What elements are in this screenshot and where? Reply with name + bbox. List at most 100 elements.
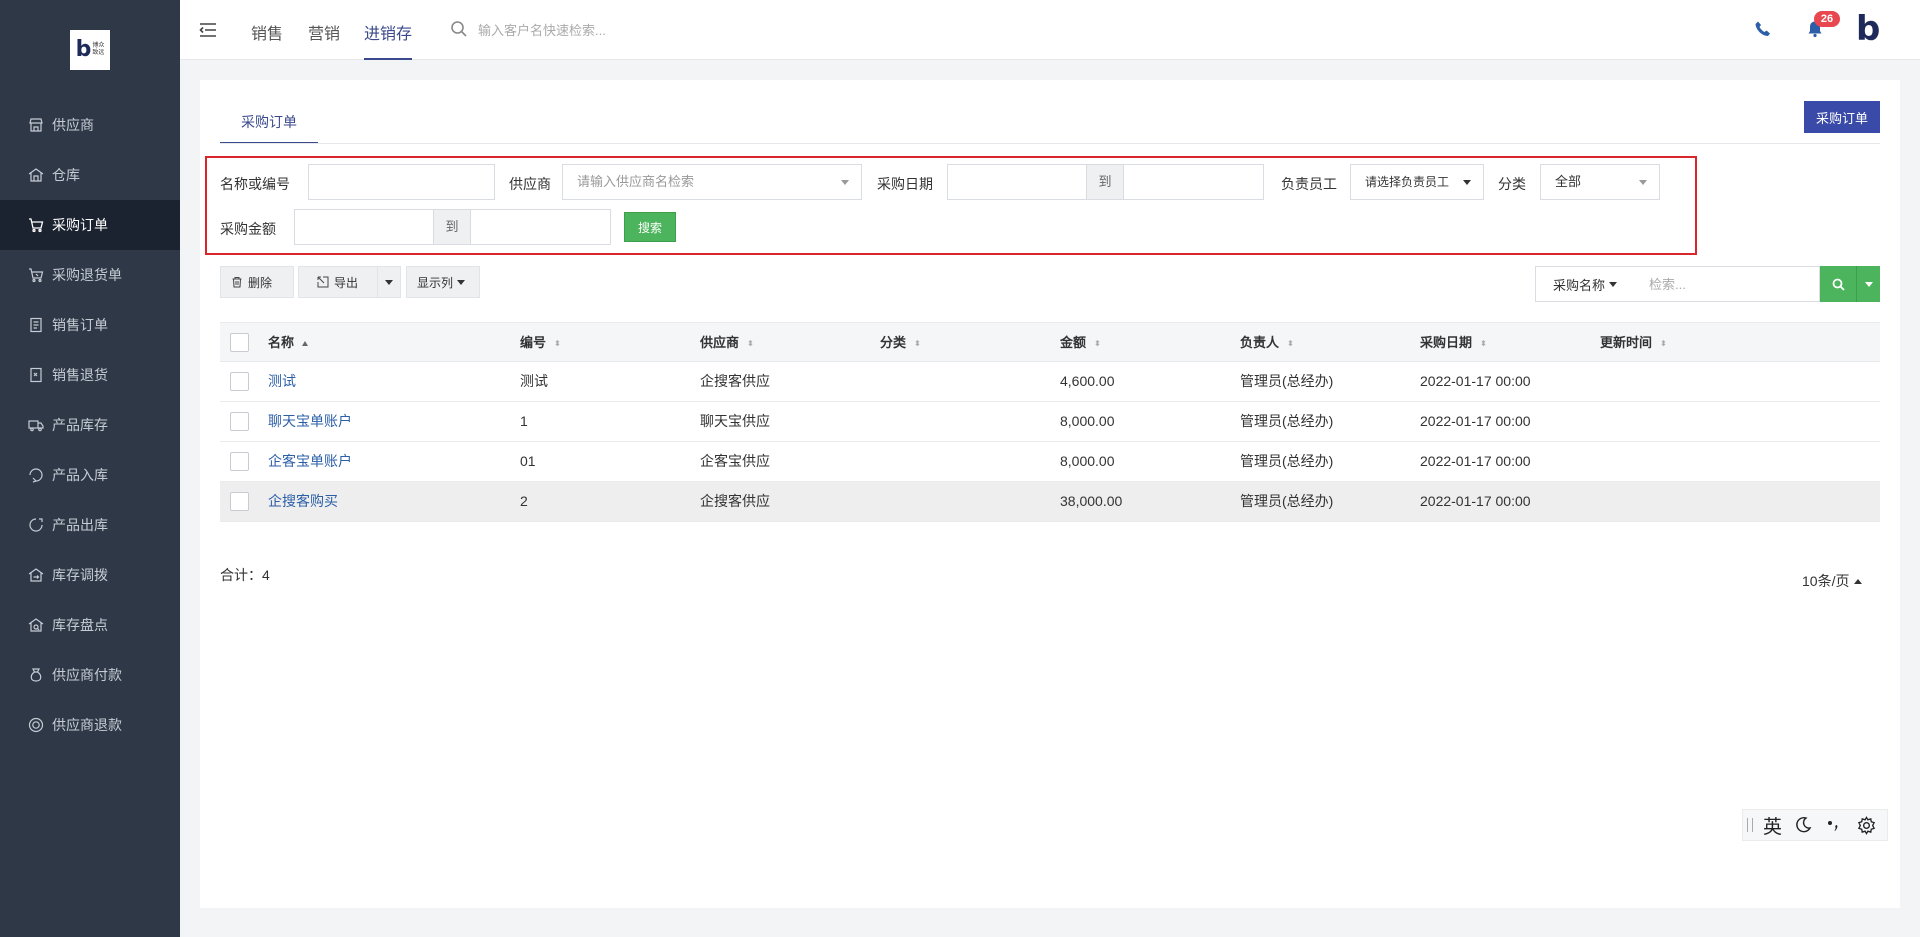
punctuation-icon[interactable] bbox=[1824, 814, 1846, 836]
staff-select[interactable]: 请选择负责员工 bbox=[1350, 164, 1484, 200]
sidebar-item-stock-in[interactable]: 产品入库 bbox=[0, 450, 180, 500]
delete-button[interactable]: 删除 bbox=[220, 266, 294, 298]
show-columns-button[interactable]: 显示列 bbox=[406, 266, 480, 298]
page-size-value: 10条/页 bbox=[1802, 573, 1850, 589]
drag-handle[interactable] bbox=[1747, 818, 1753, 832]
column-header-code[interactable]: 编号 ⬍ bbox=[520, 323, 561, 362]
row-checkbox[interactable] bbox=[230, 452, 249, 471]
table-row[interactable]: 测试 测试 企搜客供应 4,600.00 管理员(总经办) 2022-01-17… bbox=[220, 362, 1880, 402]
row-amount: 8,000.00 bbox=[1060, 413, 1115, 429]
row-checkbox[interactable] bbox=[230, 492, 249, 511]
sidebar-item-purchase-order[interactable]: 采购订单 bbox=[0, 200, 180, 250]
sidebar-item-stock-count[interactable]: 库存盘点 bbox=[0, 600, 180, 650]
column-header-name[interactable]: 名称 bbox=[268, 323, 309, 362]
purchase-amount-label: 采购金额 bbox=[220, 221, 276, 237]
sidebar-item-label: 产品库存 bbox=[52, 417, 108, 433]
ime-toolbar: 英 bbox=[1742, 809, 1888, 841]
amount-range-separator: 到 bbox=[433, 209, 471, 245]
moon-icon[interactable] bbox=[1792, 814, 1814, 836]
tab-inventory[interactable]: 进销存 bbox=[364, 20, 413, 60]
sidebar-item-label: 销售订单 bbox=[52, 317, 108, 333]
column-header-owner[interactable]: 负责人 ⬍ bbox=[1240, 323, 1294, 362]
export-button[interactable]: 导出 bbox=[298, 266, 378, 298]
gear-icon[interactable] bbox=[1855, 814, 1877, 836]
row-owner: 管理员(总经办) bbox=[1240, 373, 1334, 389]
column-header-category[interactable]: 分类 ⬍ bbox=[880, 323, 921, 362]
row-name-link[interactable]: 聊天宝单账户 bbox=[268, 402, 352, 441]
row-code: 01 bbox=[520, 453, 536, 469]
column-header-label: 采购日期 bbox=[1420, 335, 1473, 350]
staff-select-value: 请选择负责员工 bbox=[1365, 175, 1450, 189]
sidebar-item-label: 产品出库 bbox=[52, 517, 108, 533]
search-options-dropdown[interactable] bbox=[1856, 266, 1880, 302]
export-icon bbox=[317, 276, 329, 288]
page-size-select[interactable]: 10条/页 bbox=[1802, 571, 1863, 591]
row-supplier: 企搜客供应 bbox=[700, 373, 770, 389]
sidebar-item-supplier-refund[interactable]: 供应商退款 bbox=[0, 700, 180, 750]
row-checkbox[interactable] bbox=[230, 372, 249, 391]
category-select[interactable]: 全部 bbox=[1540, 164, 1660, 200]
avatar[interactable]: b bbox=[1856, 12, 1884, 46]
new-purchase-order-button[interactable]: 采购订单 bbox=[1804, 101, 1880, 133]
column-header-label: 编号 bbox=[520, 335, 547, 350]
export-dropdown-button[interactable] bbox=[377, 266, 401, 298]
sidebar-item-stock-out[interactable]: 产品出库 bbox=[0, 500, 180, 550]
amount-from-input[interactable] bbox=[294, 209, 434, 245]
row-name-link[interactable]: 企搜客购买 bbox=[268, 482, 338, 521]
menu-toggle-icon[interactable] bbox=[198, 20, 218, 40]
refund-icon bbox=[28, 717, 44, 733]
sidebar-item-stock-transfer[interactable]: 库存调拨 bbox=[0, 550, 180, 600]
stock-in-icon bbox=[29, 468, 43, 483]
search-icon bbox=[451, 21, 467, 37]
tab-purchase-order[interactable]: 采购订单 bbox=[220, 112, 318, 144]
name-code-input[interactable] bbox=[308, 164, 495, 200]
table-row[interactable]: 聊天宝单账户 1 聊天宝供应 8,000.00 管理员(总经办) 2022-01… bbox=[220, 402, 1880, 442]
ime-language-toggle[interactable]: 英 bbox=[1763, 812, 1782, 839]
sidebar-item-purchase-return[interactable]: 采购退货单 bbox=[0, 250, 180, 300]
row-date: 2022-01-17 00:00 bbox=[1420, 453, 1531, 469]
column-header-date[interactable]: 采购日期 ⬍ bbox=[1420, 323, 1487, 362]
chevron-down-icon bbox=[1609, 281, 1617, 287]
column-header-label: 更新时间 bbox=[1600, 335, 1653, 350]
tab-marketing[interactable]: 营销 bbox=[308, 20, 340, 60]
date-to-input[interactable] bbox=[1123, 164, 1264, 200]
amount-to-input[interactable] bbox=[470, 209, 611, 245]
table-row[interactable]: 企搜客购买 2 企搜客供应 38,000.00 管理员(总经办) 2022-01… bbox=[220, 482, 1880, 522]
table-search-input[interactable] bbox=[1634, 266, 1820, 302]
table-row[interactable]: 企客宝单账户 01 企客宝供应 8,000.00 管理员(总经办) 2022-0… bbox=[220, 442, 1880, 482]
row-name-link[interactable]: 测试 bbox=[268, 362, 296, 401]
row-amount: 8,000.00 bbox=[1060, 453, 1115, 469]
sidebar-item-product-stock[interactable]: 产品库存 bbox=[0, 400, 180, 450]
brand-logo[interactable]: b 博众 致远 bbox=[70, 30, 110, 70]
sort-icon: ⬍ bbox=[914, 339, 921, 349]
cart-return-icon bbox=[29, 268, 44, 283]
sidebar-item-supplier[interactable]: 供应商 bbox=[0, 100, 180, 150]
column-header-amount[interactable]: 金额 ⬍ bbox=[1060, 323, 1101, 362]
row-code: 2 bbox=[520, 493, 528, 509]
sidebar-item-sales-return[interactable]: 销售退货 bbox=[0, 350, 180, 400]
column-header-label: 分类 bbox=[880, 335, 907, 350]
supplier-select[interactable]: 请输入供应商名检索 bbox=[562, 164, 862, 200]
sort-icon: ⬍ bbox=[1094, 339, 1101, 349]
row-checkbox[interactable] bbox=[230, 412, 249, 431]
phone-icon[interactable] bbox=[1754, 20, 1772, 38]
date-from-input[interactable] bbox=[947, 164, 1087, 200]
sidebar-item-label: 库存盘点 bbox=[52, 617, 108, 633]
search-field-select[interactable]: 采购名称 bbox=[1535, 266, 1635, 302]
sidebar-item-warehouse[interactable]: 仓库 bbox=[0, 150, 180, 200]
select-all-checkbox[interactable] bbox=[230, 333, 249, 352]
table-search-button[interactable] bbox=[1820, 266, 1856, 302]
row-name-link[interactable]: 企客宝单账户 bbox=[268, 442, 352, 481]
tab-sales[interactable]: 销售 bbox=[251, 20, 283, 60]
customer-search-input[interactable] bbox=[478, 18, 738, 42]
search-icon bbox=[1832, 278, 1845, 291]
supplier-label: 供应商 bbox=[509, 176, 551, 192]
search-button[interactable]: 搜索 bbox=[624, 212, 676, 242]
column-header-updated[interactable]: 更新时间 ⬍ bbox=[1600, 323, 1667, 362]
sidebar-item-sales-order[interactable]: 销售订单 bbox=[0, 300, 180, 350]
brand-logo-line2: 致远 bbox=[92, 50, 105, 56]
column-header-supplier[interactable]: 供应商 ⬍ bbox=[700, 323, 754, 362]
search-field-value: 采购名称 bbox=[1552, 277, 1605, 293]
column-header-label: 金额 bbox=[1060, 335, 1087, 350]
sidebar-item-supplier-payment[interactable]: 供应商付款 bbox=[0, 650, 180, 700]
